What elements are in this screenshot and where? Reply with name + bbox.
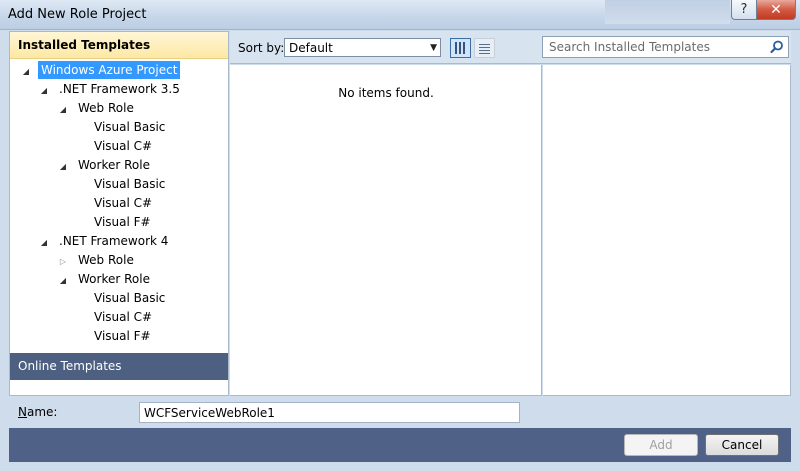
tree-item-net-framework-4[interactable]: ◢ .NET Framework 4 <box>38 232 171 250</box>
tree-item-visual-fsharp[interactable]: Visual F# <box>91 213 154 231</box>
online-templates-header[interactable]: Online Templates <box>10 353 228 380</box>
grid-view-icon <box>455 42 466 54</box>
expanded-arrow-icon[interactable]: ◢ <box>57 272 69 290</box>
template-toolbar: Sort by: Default ▼ Search Installed Temp… <box>230 31 791 64</box>
dialog-footer: Add Cancel <box>9 428 791 462</box>
search-templates-input[interactable]: Search Installed Templates <box>542 36 789 58</box>
medium-icons-view-button[interactable] <box>450 38 471 58</box>
list-view-icon <box>479 42 490 54</box>
template-details-pane <box>543 65 791 396</box>
expanded-arrow-icon[interactable]: ◢ <box>20 63 32 81</box>
template-list-pane[interactable]: No items found. <box>230 65 542 396</box>
name-field[interactable] <box>139 402 520 423</box>
tree-item-worker-role[interactable]: ◢ Worker Role <box>57 270 153 288</box>
cancel-button[interactable]: Cancel <box>705 434 779 456</box>
expanded-arrow-icon[interactable]: ◢ <box>57 101 69 119</box>
window-title: Add New Role Project <box>8 7 147 22</box>
title-bar: Add New Role Project ? ✕ <box>0 0 800 30</box>
template-category-pane: Installed Templates ◢ Windows Azure Proje… <box>9 31 229 396</box>
tree-item-visual-basic[interactable]: Visual Basic <box>91 289 168 307</box>
dropdown-arrow-icon: ▼ <box>430 43 437 53</box>
close-icon: ✕ <box>770 1 782 18</box>
installed-templates-header[interactable]: Installed Templates <box>10 32 228 59</box>
search-placeholder: Search Installed Templates <box>549 40 710 54</box>
add-button[interactable]: Add <box>624 434 698 456</box>
tree-item-worker-role[interactable]: ◢ Worker Role <box>57 156 153 174</box>
tree-item-net-framework-35[interactable]: ◢ .NET Framework 3.5 <box>38 80 183 98</box>
name-label: Name: <box>18 405 58 419</box>
expanded-arrow-icon[interactable]: ◢ <box>38 234 50 252</box>
tree-item-visual-basic[interactable]: Visual Basic <box>91 175 168 193</box>
help-icon: ? <box>740 2 748 17</box>
collapsed-arrow-icon[interactable]: ▷ <box>57 253 69 271</box>
search-icon[interactable] <box>769 39 785 55</box>
tree-item-web-role[interactable]: ◢ Web Role <box>57 99 137 117</box>
help-button[interactable]: ? <box>731 0 757 20</box>
background-window-peek <box>605 0 730 24</box>
sort-by-select[interactable]: Default ▼ <box>284 38 441 57</box>
template-tree: ◢ Windows Azure Project ◢ .NET Framework 3… <box>10 59 228 352</box>
expanded-arrow-icon[interactable]: ◢ <box>57 158 69 176</box>
left-pane-fill <box>10 380 228 395</box>
tree-item-windows-azure-project[interactable]: ◢ Windows Azure Project <box>20 61 181 81</box>
tree-item-visual-fsharp[interactable]: Visual F# <box>91 327 154 345</box>
close-button[interactable]: ✕ <box>756 0 796 20</box>
sort-by-label: Sort by: <box>238 41 285 55</box>
tree-item-web-role[interactable]: ▷ Web Role <box>57 251 137 269</box>
sort-by-value: Default <box>289 41 333 55</box>
tree-item-visual-basic[interactable]: Visual Basic <box>91 118 168 136</box>
tree-item-visual-csharp[interactable]: Visual C# <box>91 137 155 155</box>
small-icons-view-button[interactable] <box>474 38 495 58</box>
empty-message: No items found. <box>338 86 434 100</box>
tree-item-visual-csharp[interactable]: Visual C# <box>91 194 155 212</box>
tree-item-visual-csharp[interactable]: Visual C# <box>91 308 155 326</box>
expanded-arrow-icon[interactable]: ◢ <box>38 82 50 100</box>
